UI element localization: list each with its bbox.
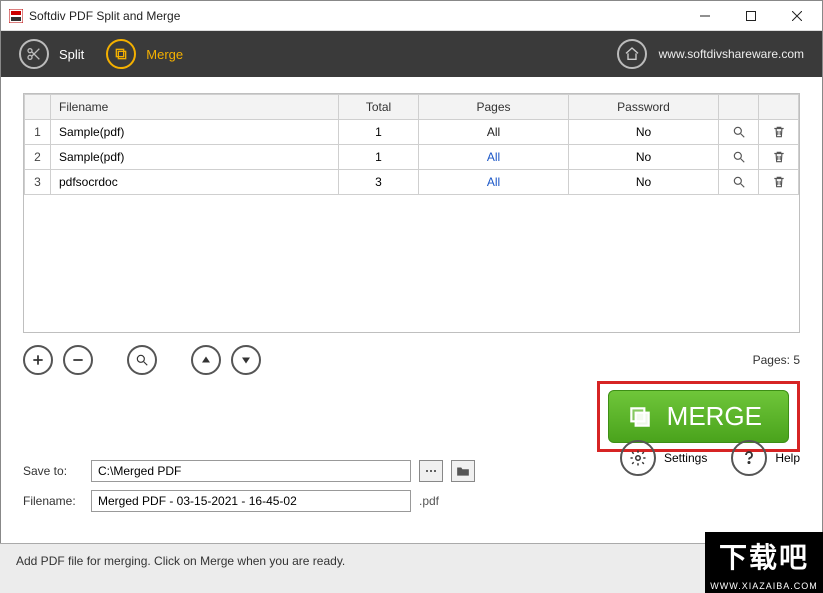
watermark: 下载吧 WWW.XIAZAIBA.COM	[705, 532, 823, 593]
save-to-input[interactable]	[91, 460, 411, 482]
row-delete-button[interactable]	[759, 170, 799, 195]
app-icon	[9, 9, 23, 23]
col-pages[interactable]: Pages	[419, 95, 569, 120]
home-icon[interactable]	[617, 39, 647, 69]
move-down-button[interactable]	[231, 345, 261, 375]
website-link[interactable]: www.softdivshareware.com	[659, 47, 804, 61]
row-preview-button[interactable]	[719, 145, 759, 170]
minimize-button[interactable]	[682, 1, 728, 30]
help-label: Help	[775, 451, 800, 465]
row-num: 1	[25, 120, 51, 145]
add-file-button[interactable]	[23, 345, 53, 375]
col-preview	[719, 95, 759, 120]
window-title: Softdiv PDF Split and Merge	[29, 9, 682, 23]
statusbar: Add PDF file for merging. Click on Merge…	[0, 543, 823, 593]
merge-icon	[106, 39, 136, 69]
row-password: No	[569, 170, 719, 195]
gear-icon	[629, 449, 647, 467]
row-filename: Sample(pdf)	[51, 120, 339, 145]
row-delete-button[interactable]	[759, 145, 799, 170]
col-delete	[759, 95, 799, 120]
row-num: 2	[25, 145, 51, 170]
merge-button[interactable]: MERGE	[608, 390, 789, 443]
tab-split[interactable]: Split	[19, 39, 84, 69]
help-button[interactable]	[731, 440, 767, 476]
row-total: 3	[339, 170, 419, 195]
close-button[interactable]	[774, 1, 820, 30]
row-filename: Sample(pdf)	[51, 145, 339, 170]
col-total[interactable]: Total	[339, 95, 419, 120]
filename-label: Filename:	[23, 494, 83, 508]
status-text: Add PDF file for merging. Click on Merge…	[16, 554, 345, 568]
save-to-label: Save to:	[23, 464, 83, 478]
open-folder-button[interactable]	[451, 460, 475, 482]
filename-input[interactable]	[91, 490, 411, 512]
preview-button[interactable]	[127, 345, 157, 375]
question-icon	[740, 449, 758, 467]
row-filename: pdfsocrdoc	[51, 170, 339, 195]
settings-button[interactable]	[620, 440, 656, 476]
col-num	[25, 95, 51, 120]
split-label: Split	[59, 47, 84, 62]
watermark-text: 下载吧	[705, 532, 823, 580]
row-preview-button[interactable]	[719, 170, 759, 195]
settings-label: Settings	[664, 451, 707, 465]
file-extension: .pdf	[419, 494, 439, 508]
table-row[interactable]: 3pdfsocrdoc3AllNo	[25, 170, 799, 195]
col-filename[interactable]: Filename	[51, 95, 339, 120]
merge-button-label: MERGE	[667, 401, 762, 432]
row-pages[interactable]: All	[419, 120, 569, 145]
titlebar: Softdiv PDF Split and Merge	[1, 1, 822, 31]
row-pages[interactable]: All	[419, 145, 569, 170]
tab-merge[interactable]: Merge	[106, 39, 183, 69]
merge-label: Merge	[146, 47, 183, 62]
toolbar: Split Merge www.softdivshareware.com	[1, 31, 822, 77]
table-row[interactable]: 1Sample(pdf)1AllNo	[25, 120, 799, 145]
move-up-button[interactable]	[191, 345, 221, 375]
row-preview-button[interactable]	[719, 120, 759, 145]
row-total: 1	[339, 145, 419, 170]
row-password: No	[569, 145, 719, 170]
maximize-button[interactable]	[728, 1, 774, 30]
scissors-icon	[19, 39, 49, 69]
merge-action-icon	[627, 404, 653, 430]
row-num: 3	[25, 170, 51, 195]
file-table: Filename Total Pages Password 1Sample(pd…	[23, 93, 800, 333]
table-row[interactable]: 2Sample(pdf)1AllNo	[25, 145, 799, 170]
row-password: No	[569, 120, 719, 145]
remove-file-button[interactable]	[63, 345, 93, 375]
pages-total: Pages: 5	[753, 353, 800, 367]
watermark-sub: WWW.XIAZAIBA.COM	[705, 580, 823, 593]
col-password[interactable]: Password	[569, 95, 719, 120]
browse-button[interactable]	[419, 460, 443, 482]
row-delete-button[interactable]	[759, 120, 799, 145]
table-header-row: Filename Total Pages Password	[25, 95, 799, 120]
row-pages[interactable]: All	[419, 170, 569, 195]
row-total: 1	[339, 120, 419, 145]
